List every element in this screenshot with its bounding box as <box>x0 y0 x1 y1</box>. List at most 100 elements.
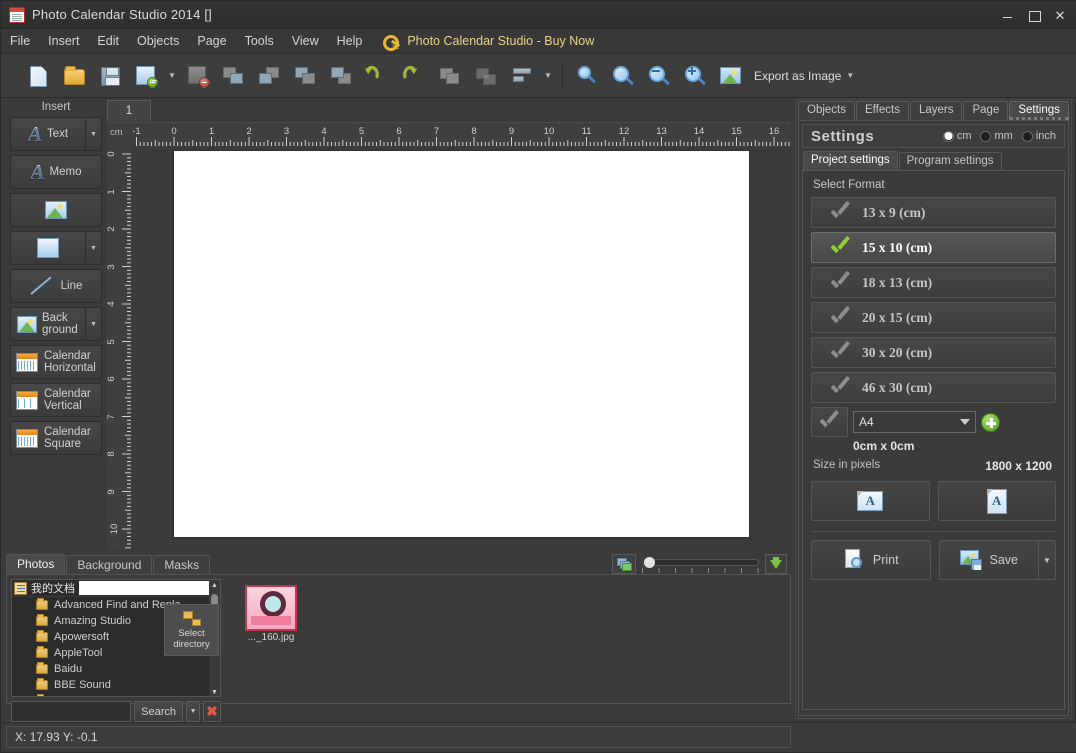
zoom-actual-button[interactable] <box>606 59 640 93</box>
bring-to-front-button[interactable] <box>217 59 251 93</box>
folder-tree-item[interactable]: Baidu <box>12 661 220 677</box>
insert-calendar-vertical-button[interactable]: Calendar Vertical <box>10 383 102 417</box>
format-option-15x10[interactable]: 15 x 10 (cm) <box>811 232 1056 263</box>
remove-page-button[interactable] <box>181 59 215 93</box>
tab-photos[interactable]: Photos <box>6 554 65 574</box>
insert-line-button[interactable]: Line <box>10 269 102 303</box>
select-directory-button[interactable]: Select directory <box>164 604 219 656</box>
folder-tree[interactable]: 我的文档 Advanced Find and ReplaAmazing Stud… <box>11 579 221 697</box>
scroll-up-arrow-icon[interactable]: ▲ <box>209 580 220 591</box>
clear-search-button[interactable]: ✖ <box>203 701 221 722</box>
menu-objects[interactable]: Objects <box>128 30 188 52</box>
format-option-30x20[interactable]: 30 x 20 (cm) <box>811 337 1056 368</box>
menu-view[interactable]: View <box>283 30 328 52</box>
save-button[interactable] <box>93 59 127 93</box>
portrait-orientation-button[interactable]: A <box>938 481 1057 521</box>
format-option-46x30[interactable]: 46 x 30 (cm) <box>811 372 1056 403</box>
align-dropdown-caret-icon[interactable]: ▼ <box>541 59 555 93</box>
fit-to-window-button[interactable] <box>570 59 604 93</box>
export-dropdown-caret-icon[interactable]: ▼ <box>843 59 857 93</box>
download-photos-button[interactable] <box>765 554 787 574</box>
radio-mm-icon[interactable] <box>980 131 991 142</box>
stack-photos-button[interactable] <box>612 554 636 574</box>
tab-effects[interactable]: Effects <box>856 101 909 120</box>
tab-page[interactable]: Page <box>963 101 1008 120</box>
add-page-button[interactable] <box>129 59 163 93</box>
buy-now-link[interactable]: Photo Calendar Studio - Buy Now <box>383 34 594 48</box>
new-document-button[interactable] <box>21 59 55 93</box>
scroll-down-arrow-icon[interactable]: ▼ <box>209 687 220 697</box>
close-button[interactable]: ✕ <box>1047 3 1073 27</box>
tab-background[interactable]: Background <box>66 555 152 574</box>
insert-calendar-square-button[interactable]: Calendar Square <box>10 421 102 455</box>
tab-program-settings[interactable]: Program settings <box>899 152 1002 170</box>
stack-photos-icon <box>617 558 632 571</box>
maximize-button[interactable] <box>1021 3 1047 27</box>
bring-forward-button[interactable] <box>253 59 287 93</box>
page-tab-1[interactable]: 1 <box>107 100 151 121</box>
menu-page[interactable]: Page <box>188 30 235 52</box>
menu-tools[interactable]: Tools <box>236 30 283 52</box>
folder-path-field[interactable] <box>79 581 218 595</box>
insert-calendar-vertical-row: Calendar Vertical <box>10 383 102 417</box>
insert-rectangle-button[interactable] <box>10 231 86 265</box>
open-file-button[interactable] <box>57 59 91 93</box>
zoom-in-button[interactable] <box>678 59 712 93</box>
thumbnail-item[interactable]: ..._160.jpg <box>239 585 303 647</box>
tab-project-settings[interactable]: Project settings <box>803 151 898 170</box>
slider-handle[interactable] <box>644 557 655 568</box>
align-button[interactable] <box>505 59 539 93</box>
add-format-button[interactable] <box>981 413 1000 432</box>
save-dropdown-caret-icon[interactable]: ▼ <box>1039 540 1056 580</box>
unit-option-mm[interactable]: mm <box>980 130 1012 142</box>
insert-background-caret-icon[interactable]: ▼ <box>86 307 102 341</box>
insert-image-button[interactable] <box>10 193 102 227</box>
format-option-20x15[interactable]: 20 x 15 (cm) <box>811 302 1056 333</box>
menu-edit[interactable]: Edit <box>88 30 128 52</box>
send-to-back-button[interactable] <box>325 59 359 93</box>
insert-rectangle-caret-icon[interactable]: ▼ <box>86 231 102 265</box>
menu-file[interactable]: File <box>1 30 39 52</box>
tab-objects[interactable]: Objects <box>798 101 855 120</box>
insert-text-caret-icon[interactable]: ▼ <box>86 117 102 151</box>
zoom-out-button[interactable] <box>642 59 676 93</box>
page-sheet[interactable] <box>174 151 749 537</box>
thumbnail-size-slider[interactable] <box>642 554 759 574</box>
send-backward-icon <box>294 64 318 88</box>
search-input[interactable] <box>11 701 131 722</box>
undo-button[interactable] <box>361 59 395 93</box>
minimize-button[interactable] <box>995 3 1021 27</box>
insert-background-button[interactable]: Back ground <box>10 307 86 341</box>
search-button[interactable]: Search <box>134 701 183 722</box>
export-as-image-label[interactable]: Export as Image <box>750 69 841 83</box>
insert-calendar-horizontal-button[interactable]: Calendar Horizontal <box>10 345 102 379</box>
custom-format-dropdown[interactable]: A4 <box>853 411 976 433</box>
save-image-button[interactable]: Save <box>939 540 1040 580</box>
redo-button[interactable] <box>397 59 431 93</box>
insert-text-button[interactable]: A Text <box>10 117 86 151</box>
send-backward-button[interactable] <box>289 59 323 93</box>
menu-insert[interactable]: Insert <box>39 30 88 52</box>
tab-settings[interactable]: Settings <box>1009 101 1069 120</box>
folder-tree-item[interactable]: BBE Sound <box>12 677 220 693</box>
format-option-13x9[interactable]: 13 x 9 (cm) <box>811 197 1056 228</box>
tab-masks[interactable]: Masks <box>153 555 210 574</box>
canvas-viewport[interactable] <box>131 146 791 550</box>
tab-layers[interactable]: Layers <box>910 101 963 120</box>
group-button[interactable] <box>433 59 467 93</box>
custom-format-checkbox[interactable] <box>811 407 848 437</box>
radio-inch-icon[interactable] <box>1022 131 1033 142</box>
unit-option-cm[interactable]: cm <box>943 130 972 142</box>
search-dropdown-caret-icon[interactable]: ▼ <box>186 701 200 722</box>
ungroup-button[interactable] <box>469 59 503 93</box>
format-option-18x13[interactable]: 18 x 13 (cm) <box>811 267 1056 298</box>
landscape-orientation-button[interactable]: A <box>811 481 930 521</box>
print-button[interactable]: Print <box>811 540 931 580</box>
insert-memo-button[interactable]: A Memo <box>10 155 102 189</box>
menu-help[interactable]: Help <box>328 30 372 52</box>
folder-tree-item[interactable]: Camtasia <box>12 693 220 697</box>
unit-option-inch[interactable]: inch <box>1022 130 1056 142</box>
radio-cm-icon[interactable] <box>943 131 954 142</box>
add-page-dropdown-caret-icon[interactable]: ▼ <box>165 59 179 93</box>
export-as-image-button[interactable] <box>714 59 748 93</box>
